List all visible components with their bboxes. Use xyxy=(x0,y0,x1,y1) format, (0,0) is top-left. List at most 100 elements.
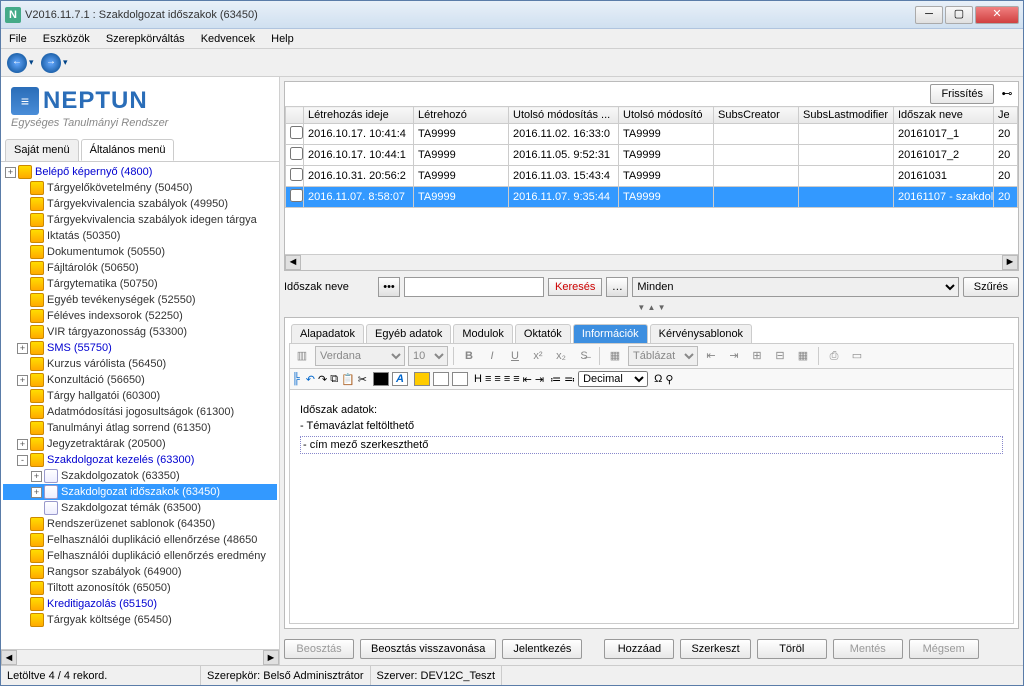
menu-file[interactable]: File xyxy=(5,31,31,47)
tree-item[interactable]: Rendszerüzenet sablonok (64350) xyxy=(3,516,277,532)
indent-right-icon[interactable]: ⇥ xyxy=(724,346,744,366)
tree-item[interactable]: VIR tárgyazonosság (53300) xyxy=(3,324,277,340)
scroll-left-icon[interactable]: ◄ xyxy=(1,650,17,665)
close-button[interactable]: ✕ xyxy=(975,6,1019,24)
tree-item[interactable]: Tanulmányi átlag sorrend (61350) xyxy=(3,420,277,436)
grid2-icon[interactable]: ▦ xyxy=(793,346,813,366)
tree-item[interactable]: Felhasználói duplikáció ellenőrzése (486… xyxy=(3,532,277,548)
print-icon[interactable]: ⎙ xyxy=(824,346,844,366)
tree-item[interactable]: Szakdolgozat témák (63500) xyxy=(3,500,277,516)
tree-hscroll[interactable]: ◄ ► xyxy=(1,649,279,665)
cut-icon[interactable]: ✂ xyxy=(358,373,367,386)
grid-scroll-right-icon[interactable]: ► xyxy=(1002,255,1018,270)
tab-own-menu[interactable]: Saját menü xyxy=(5,139,79,161)
tab-oktatok[interactable]: Oktatók xyxy=(515,324,571,343)
grid-hscroll[interactable]: ◄ ► xyxy=(285,254,1018,270)
tree-item[interactable]: Tiltott azonosítók (65050) xyxy=(3,580,277,596)
tree-item[interactable]: Adatmódosítási jogosultságok (61300) xyxy=(3,404,277,420)
new-doc-icon[interactable]: ▥ xyxy=(292,346,312,366)
align-right-icon[interactable]: ≡ xyxy=(504,373,510,385)
beosztas-vissza-button[interactable]: Beosztás visszavonása xyxy=(360,639,496,659)
bullet-list-icon[interactable]: ≔ xyxy=(550,373,561,386)
tree-item[interactable]: Egyéb tevékenységek (52550) xyxy=(3,292,277,308)
tree-item[interactable]: Tárgy hallgatói (60300) xyxy=(3,388,277,404)
font-select[interactable]: Verdana xyxy=(315,346,405,366)
tab-general-menu[interactable]: Általános menü xyxy=(81,139,175,161)
insert-table-icon[interactable]: ▦ xyxy=(605,346,625,366)
color-black-swatch[interactable] xyxy=(373,372,389,386)
number-list-icon[interactable]: ≕ xyxy=(564,373,575,386)
search-input[interactable] xyxy=(404,277,544,297)
menu-tree[interactable]: +Belépő képernyő (4800)Tárgyelőkövetelmé… xyxy=(1,161,279,649)
editor-content[interactable]: Időszak adatok: - Témavázlat feltölthető… xyxy=(289,390,1014,624)
minimize-button[interactable]: ─ xyxy=(915,6,943,24)
underline-icon[interactable]: U xyxy=(505,346,525,366)
search-more-button[interactable]: … xyxy=(606,277,628,297)
menu-favorites[interactable]: Kedvencek xyxy=(197,31,259,47)
tree-item[interactable]: Tárgyekvivalencia szabályok idegen tárgy… xyxy=(3,212,277,228)
tree-item[interactable]: Dokumentumok (50550) xyxy=(3,244,277,260)
tree-toggle-icon[interactable]: ╠ xyxy=(292,373,300,385)
outdent-icon[interactable]: ⇤ xyxy=(523,373,532,386)
row-checkbox[interactable] xyxy=(290,189,303,202)
row-checkbox[interactable] xyxy=(290,168,303,181)
cell-split-icon[interactable]: ⊟ xyxy=(770,346,790,366)
tree-item[interactable]: Felhasználói duplikáció ellenőrzés eredm… xyxy=(3,548,277,564)
tree-item[interactable]: +Belépő képernyő (4800) xyxy=(3,164,277,180)
subscript-icon[interactable]: x₂ xyxy=(551,346,571,366)
delete-button[interactable]: Töröl xyxy=(757,639,827,659)
nav-back-dropdown[interactable]: ▾ xyxy=(29,57,39,68)
highlight-swatch[interactable] xyxy=(414,372,430,386)
italic-icon[interactable]: I xyxy=(482,346,502,366)
grid-scroll-left-icon[interactable]: ◄ xyxy=(285,255,301,270)
filter-button[interactable]: Szűrés xyxy=(963,277,1019,297)
tab-modulok[interactable]: Modulok xyxy=(453,324,513,343)
bold-icon[interactable]: B xyxy=(459,346,479,366)
bg-swatch[interactable] xyxy=(433,372,449,386)
heading-icon[interactable]: H xyxy=(474,373,482,385)
redo-icon[interactable]: ↷ xyxy=(318,373,327,386)
table-select[interactable]: Táblázat xyxy=(628,346,698,366)
row-checkbox[interactable] xyxy=(290,147,303,160)
nav-back-button[interactable]: ← xyxy=(7,53,27,73)
tab-egyeb-adatok[interactable]: Egyéb adatok xyxy=(366,324,451,343)
undo-icon[interactable]: ↶ xyxy=(306,373,315,386)
tab-alapadatok[interactable]: Alapadatok xyxy=(291,324,364,343)
tree-item[interactable]: Féléves indexsorok (52250) xyxy=(3,308,277,324)
tree-item[interactable]: +Konzultáció (56650) xyxy=(3,372,277,388)
tab-informaciok[interactable]: Információk xyxy=(573,324,648,343)
tree-item[interactable]: +SMS (55750) xyxy=(3,340,277,356)
search-scope-select[interactable]: Minden xyxy=(632,277,958,297)
indent-left-icon[interactable]: ⇤ xyxy=(701,346,721,366)
table-row[interactable]: 2016.10.31. 20:56:2TA99992016.11.03. 15:… xyxy=(286,166,1018,187)
align-left-icon[interactable]: ≡ xyxy=(485,373,491,385)
align-center-icon[interactable]: ≡ xyxy=(494,373,500,385)
edit-button[interactable]: Szerkeszt xyxy=(680,639,750,659)
tree-item[interactable]: Tárgyak költsége (65450) xyxy=(3,612,277,628)
strike-icon[interactable]: S̶ xyxy=(574,346,594,366)
row-checkbox[interactable] xyxy=(290,126,303,139)
pin-icon[interactable]: ⊷ xyxy=(998,87,1016,101)
tree-item[interactable]: Tárgyekvivalencia szabályok (49950) xyxy=(3,196,277,212)
list-style-select[interactable]: Decimal xyxy=(578,371,648,387)
copy-icon[interactable]: ⧉ xyxy=(330,373,338,386)
font-color-icon[interactable]: A xyxy=(392,372,408,386)
tree-item[interactable]: Kurzus várólista (56450) xyxy=(3,356,277,372)
add-button[interactable]: Hozzáad xyxy=(604,639,674,659)
tree-item[interactable]: +Jegyzetraktárak (20500) xyxy=(3,436,277,452)
superscript-icon[interactable]: x² xyxy=(528,346,548,366)
scroll-right-icon[interactable]: ► xyxy=(263,650,279,665)
beosztas-button[interactable]: Beosztás xyxy=(284,639,354,659)
cell-merge-icon[interactable]: ⊞ xyxy=(747,346,767,366)
bg2-swatch[interactable] xyxy=(452,372,468,386)
tree-item[interactable]: +Szakdolgozatok (63350) xyxy=(3,468,277,484)
paste-icon[interactable]: 📋 xyxy=(341,373,355,386)
data-grid[interactable]: Létrehozás idejeLétrehozóUtolsó módosítá… xyxy=(285,106,1018,208)
refresh-button[interactable]: Frissítés xyxy=(930,84,994,104)
menu-help[interactable]: Help xyxy=(267,31,298,47)
link-icon[interactable]: ⚲ xyxy=(665,373,673,386)
splitter-handle[interactable]: ▼ ▲ ▼ xyxy=(284,303,1019,313)
tree-item[interactable]: -Szakdolgozat kezelés (63300) xyxy=(3,452,277,468)
tree-item[interactable]: Fájltárolók (50650) xyxy=(3,260,277,276)
tree-item[interactable]: Tárgyelőkövetelmény (50450) xyxy=(3,180,277,196)
